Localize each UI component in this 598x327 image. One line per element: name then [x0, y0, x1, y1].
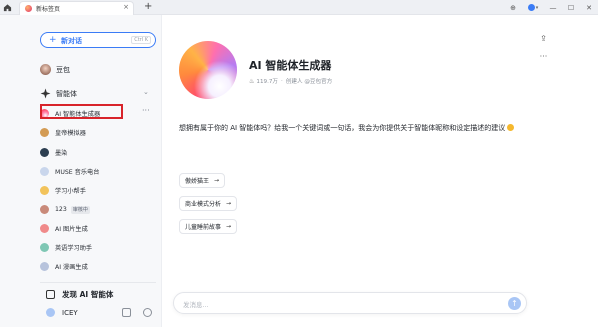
sidebar-divider [40, 282, 156, 283]
chevron-down-icon: ▾ [535, 4, 539, 11]
sidebar-item-agent[interactable]: 学习小帮手 [40, 184, 86, 197]
sidebar: + 新对话 Ctrl K 豆包 智能体 ⌄ AI 智能体生成器 ··· 皇帝模拟… [0, 15, 162, 327]
doubao-logo-icon [25, 5, 32, 12]
smile-emoji-icon [507, 124, 515, 131]
sidebar-item-label: 皇帝模拟器 [55, 130, 86, 137]
avatar [46, 308, 55, 317]
sidebar-item-label: AI 图片生成 [55, 226, 88, 233]
agent-intro: 想拥有属于你的 AI 智能体吗？给我一个关键词或一句话，我会为你提供关于智能体昵… [179, 123, 529, 134]
arrow-right-icon: → [226, 223, 232, 230]
shortcut-hint: Ctrl K [131, 36, 151, 44]
sidebar-item-agent[interactable]: 英语学习助手 [40, 241, 92, 254]
usage-count: 119.7万 [256, 79, 278, 85]
meta-separator: · [281, 78, 283, 84]
maximize-button[interactable]: ☐ [562, 0, 580, 15]
user-name: ICEY [62, 308, 78, 317]
intro-text: 想拥有属于你的 AI 智能体吗？给我一个关键词或一句话，我会为你提供关于智能体昵… [179, 124, 506, 132]
new-chat-label: 新对话 [61, 37, 82, 45]
sidebar-item-agent[interactable]: AI 图片生成 [40, 222, 88, 235]
agent-avatar [40, 128, 49, 137]
suggestion-label: 儿童睡前故事 [185, 224, 222, 231]
arrow-right-icon: → [214, 177, 220, 184]
feedback-icon[interactable] [122, 308, 131, 317]
sidebar-item-doubao[interactable]: 豆包 [40, 63, 70, 76]
tab-title: 新标签页 [36, 6, 61, 13]
agent-meta: ♨ 119.7万 · 创建人 @豆包官方 [249, 77, 333, 86]
sidebar-item-label: 豆包 [56, 65, 70, 74]
creator-label: 创建人 @豆包官方 [285, 79, 333, 85]
chevron-down-icon[interactable]: ⌄ [143, 88, 149, 96]
close-tab-icon[interactable]: × [123, 3, 129, 11]
suggestion-label: 商业模式分析 [185, 201, 222, 208]
selection-highlight [40, 104, 123, 119]
arrow-right-icon: → [226, 200, 232, 207]
more-options-icon[interactable]: ··· [142, 106, 150, 115]
minimize-button[interactable]: — [544, 0, 562, 15]
title-bar: 新标签页 × + ⊕ ▾ — ☐ ✕ [0, 0, 598, 15]
agent-icon [40, 88, 51, 99]
sidebar-item-agent[interactable]: 皇帝模拟器 [40, 126, 86, 139]
agent-hero-avatar [179, 41, 237, 99]
home-icon[interactable] [3, 3, 12, 12]
sidebar-item-agent[interactable]: 墨染 [40, 146, 67, 159]
agents-section-header[interactable]: 智能体 [40, 87, 77, 100]
sidebar-item-label: 学习小帮手 [55, 188, 86, 195]
sidebar-item-label: 墨染 [55, 150, 68, 157]
composer-placeholder: 发消息... [183, 301, 209, 309]
agent-avatar [40, 224, 49, 233]
sidebar-item-agent[interactable]: AI 漫画生成 [40, 260, 88, 273]
new-tab-button[interactable]: + [144, 0, 152, 14]
agent-avatar [40, 186, 49, 195]
close-window-button[interactable]: ✕ [580, 0, 598, 15]
discover-icon [46, 290, 55, 299]
settings-icon[interactable] [143, 308, 152, 317]
user-profile[interactable]: ICEY [46, 308, 78, 317]
sidebar-item-label: 英语学习助手 [55, 245, 93, 252]
status-badge: 审核中 [70, 205, 90, 214]
agent-avatar [40, 243, 49, 252]
sidebar-item-label: AI 漫画生成 [55, 264, 88, 271]
popularity-icon: ♨ [249, 77, 255, 85]
suggestion-label: 傲娇猫王 [185, 178, 210, 185]
share-icon[interactable]: ⇪ [539, 34, 548, 43]
new-chat-button[interactable]: + 新对话 Ctrl K [40, 32, 156, 48]
sidebar-item-agent[interactable]: MUSE 音乐电台 [40, 165, 99, 178]
agent-avatar [40, 167, 49, 176]
message-composer[interactable]: 发消息... ↑ [173, 292, 527, 314]
agents-section-label: 智能体 [56, 89, 77, 98]
suggestion-chip[interactable]: 傲娇猫王 → [179, 173, 226, 188]
send-button[interactable]: ↑ [508, 297, 521, 310]
sidebar-item-label: MUSE 音乐电台 [55, 169, 100, 176]
more-options-icon[interactable]: ··· [539, 52, 548, 61]
agent-avatar [40, 205, 49, 214]
agent-avatar [40, 148, 49, 157]
profile-avatar [527, 4, 535, 11]
plus-icon: + [49, 35, 57, 45]
doubao-avatar [40, 64, 51, 75]
agent-avatar [40, 262, 49, 271]
main-panel: AI 智能体生成器 ♨ 119.7万 · 创建人 @豆包官方 想拥有属于你的 A… [163, 15, 598, 327]
discover-agents-link[interactable]: 发现 AI 智能体 [46, 289, 113, 300]
suggestion-chip[interactable]: 商业模式分析 → [179, 196, 238, 211]
sidebar-item-agent[interactable]: 123 审核中 [40, 203, 90, 216]
suggestion-chip[interactable]: 儿童睡前故事 → [179, 219, 238, 234]
sidebar-item-label: 123 [55, 206, 67, 213]
profile-button[interactable]: ▾ [522, 2, 544, 13]
pin-icon[interactable]: ⊕ [504, 0, 522, 15]
browser-tab[interactable]: 新标签页 × [19, 1, 134, 15]
discover-label: 发现 AI 智能体 [62, 290, 114, 299]
page-title: AI 智能体生成器 [249, 59, 332, 72]
